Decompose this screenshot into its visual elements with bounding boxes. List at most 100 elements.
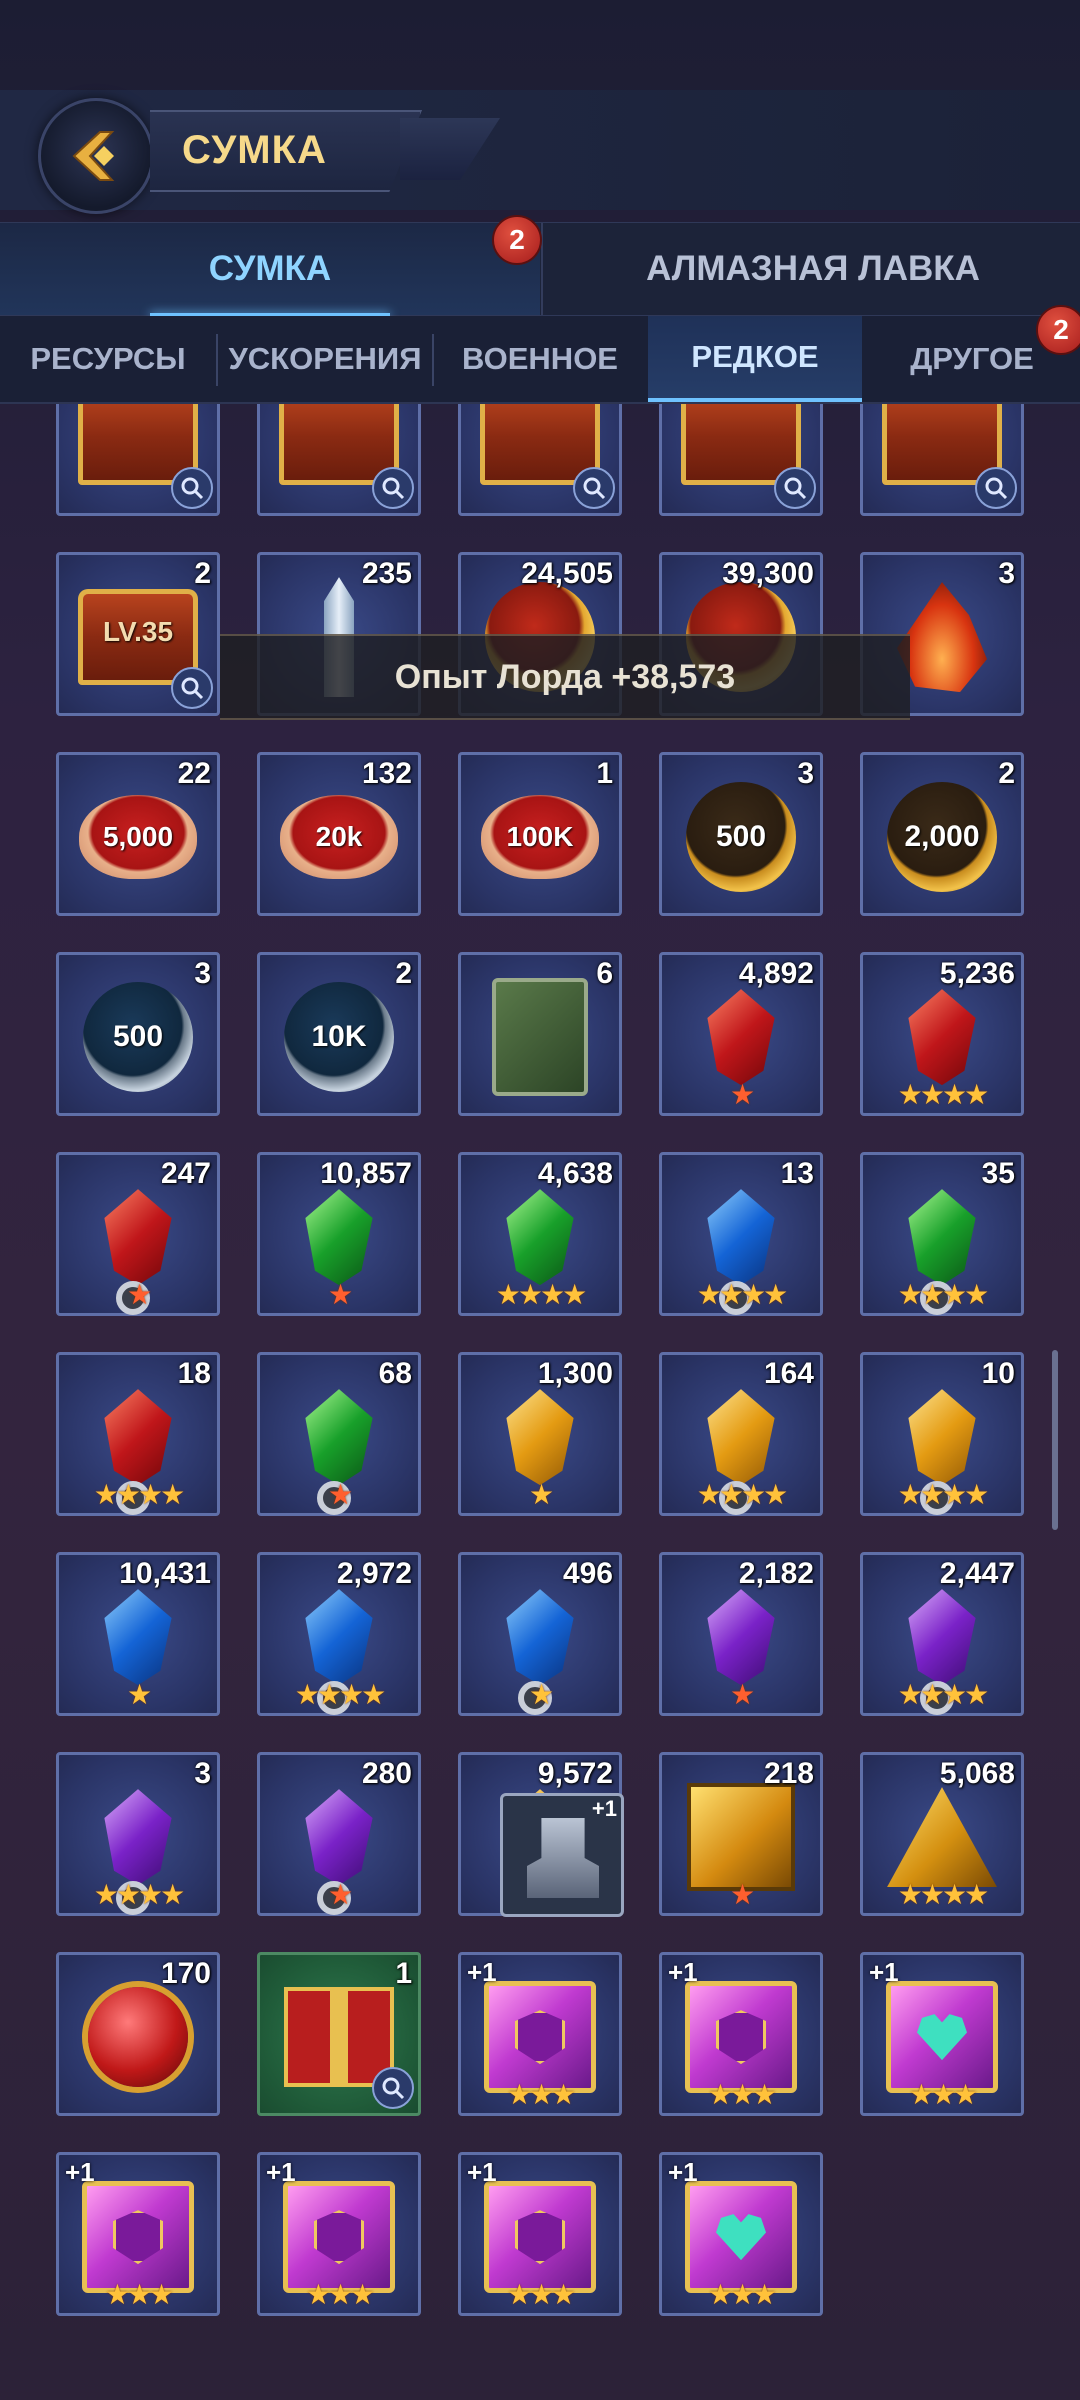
inventory-slot[interactable]: [458, 404, 622, 516]
magnifier-icon[interactable]: [372, 2067, 414, 2109]
magnifier-icon[interactable]: [171, 667, 213, 709]
inventory-slot[interactable]: 20k 132: [257, 752, 421, 916]
inventory-slot[interactable]: +1 ★★★: [659, 2152, 823, 2316]
item-face-label: 2,000: [904, 820, 980, 854]
item-face-label: LV.35: [102, 616, 174, 648]
item-count: 2,447: [939, 1557, 1015, 1590]
item-count: 68: [378, 1357, 412, 1390]
item-count: 10,431: [119, 1557, 211, 1590]
inventory-slot[interactable]: 5,236 ★★★★: [860, 952, 1024, 1116]
inventory-slot[interactable]: +1 ★★★: [860, 1952, 1024, 2116]
inventory-slot[interactable]: 2,182 ★: [659, 1552, 823, 1716]
item-count: 2: [194, 557, 211, 590]
item-count: 2,182: [738, 1557, 814, 1590]
subtab-resources[interactable]: РЕСУРСЫ: [0, 316, 216, 402]
flame-shape: [897, 582, 987, 693]
inventory-slot[interactable]: 2,447 ★★★★: [860, 1552, 1024, 1716]
star-rating: ★★★: [104, 2279, 174, 2310]
inventory-slot[interactable]: 18 ★★★★: [56, 1352, 220, 1516]
inventory-slot[interactable]: 164 ★★★★: [659, 1352, 823, 1516]
inventory-slot[interactable]: 1,300 ★: [458, 1352, 622, 1516]
gem-green-icon: [299, 1189, 379, 1286]
back-emblem-icon: [72, 131, 115, 181]
inventory-slot[interactable]: 10,857 ★: [257, 1152, 421, 1316]
inventory-slot[interactable]: 10,431 ★: [56, 1552, 220, 1716]
flame-icon: [897, 582, 987, 693]
star-rating: ★★★★: [495, 1279, 587, 1310]
gem-purple-icon: [701, 1589, 781, 1686]
subtab-rare[interactable]: РЕДКОЕ: [648, 316, 862, 402]
back-button[interactable]: [38, 98, 154, 214]
inventory-slot[interactable]: 280 ★: [257, 1752, 421, 1916]
inventory-slot[interactable]: +1 ★★★: [659, 1952, 823, 2116]
inventory-slot[interactable]: 68 ★: [257, 1352, 421, 1516]
inventory-slot[interactable]: 500 3: [56, 952, 220, 1116]
item-count: 1: [596, 757, 613, 790]
item-count: 10,857: [320, 1157, 412, 1190]
item-face-label: 100K: [506, 821, 574, 853]
inventory-slot[interactable]: [257, 404, 421, 516]
star-rating: ★★★: [908, 2079, 978, 2110]
inventory-slot[interactable]: 5,068 ★★★★: [860, 1752, 1024, 1916]
inventory-slot[interactable]: LV.35 2: [56, 552, 220, 716]
inventory-slot[interactable]: 35 ★★★★: [860, 1152, 1024, 1316]
scrollbar[interactable]: [1052, 1350, 1058, 1530]
tab-diamond-shop[interactable]: АЛМАЗНАЯ ЛАВКА: [541, 223, 1080, 315]
subtab-other-label: ДРУГОЕ: [910, 341, 1034, 376]
inventory-slot[interactable]: 500 3: [659, 752, 823, 916]
item-plus-badge: +1: [869, 1957, 899, 1987]
box-icon: [283, 2181, 395, 2294]
inventory-slot[interactable]: +1 ★★★: [257, 2152, 421, 2316]
magnifier-icon[interactable]: [171, 467, 213, 509]
item-count: 496: [562, 1557, 613, 1590]
item-count: 35: [981, 1157, 1015, 1190]
meat-icon: 5,000: [79, 795, 197, 880]
inventory-slot[interactable]: +1 ★★★: [458, 1952, 622, 2116]
inventory-slot[interactable]: 170: [56, 1952, 220, 2116]
inventory-slot[interactable]: 496 ★: [458, 1552, 622, 1716]
gem-blue-icon: [98, 1589, 178, 1686]
inventory-slot[interactable]: [56, 404, 220, 516]
magnifier-icon[interactable]: [573, 467, 615, 509]
meat-icon: 20k: [280, 795, 398, 880]
magnifier-icon[interactable]: [975, 467, 1017, 509]
inventory-slot[interactable]: +1 ★★★: [56, 2152, 220, 2316]
inventory-slot[interactable]: [659, 404, 823, 516]
inventory-slot[interactable]: 4,892 ★: [659, 952, 823, 1116]
inventory-slot[interactable]: 6: [458, 952, 622, 1116]
gem-shape: [707, 1389, 775, 1486]
inventory-slot[interactable]: 5,000 22: [56, 752, 220, 916]
magnifier-icon[interactable]: [774, 467, 816, 509]
inventory-slot[interactable]: 13 ★★★★: [659, 1152, 823, 1316]
subtab-speedups[interactable]: УСКОРЕНИЯ: [218, 316, 432, 402]
inventory-slot[interactable]: 218 ★: [659, 1752, 823, 1916]
inventory-slot[interactable]: 2,000 2: [860, 752, 1024, 916]
inventory-slot[interactable]: 10K 2: [257, 952, 421, 1116]
item-count: 2: [395, 957, 412, 990]
box-shape: [685, 2181, 797, 2294]
inventory-slot[interactable]: 2,972 ★★★★: [257, 1552, 421, 1716]
orb-icon: [88, 1987, 188, 2088]
item-count: 18: [177, 1357, 211, 1390]
inventory-slot[interactable]: 4,638 ★★★★: [458, 1152, 622, 1316]
gem-shape: [908, 1589, 976, 1686]
inventory-slot[interactable]: [860, 404, 1024, 516]
box-icon: [685, 1981, 797, 2094]
gem-yellow-icon: [701, 1389, 781, 1516]
inventory-slot[interactable]: 10 ★★★★: [860, 1352, 1024, 1516]
item-count: 4,638: [537, 1157, 613, 1190]
item-count: 247: [160, 1157, 211, 1190]
inventory-slot[interactable]: 1: [257, 1952, 421, 2116]
inventory-slot[interactable]: 247 ★: [56, 1152, 220, 1316]
inventory-slot[interactable]: 100K 1: [458, 752, 622, 916]
tab-bag-label: СУМКА: [208, 249, 332, 288]
magnifier-icon[interactable]: [372, 467, 414, 509]
inventory-slot[interactable]: 3 ★★★★: [56, 1752, 220, 1916]
book-shape: [492, 978, 588, 1097]
tab-bag[interactable]: СУМКА: [0, 223, 540, 317]
gem-shape: [707, 989, 775, 1086]
inventory-slot[interactable]: +1 ★★★: [458, 2152, 622, 2316]
box-heart-icon: [685, 2181, 797, 2294]
star-rating: ★★★: [707, 2079, 777, 2110]
subtab-military[interactable]: ВОЕННОЕ: [434, 316, 646, 402]
